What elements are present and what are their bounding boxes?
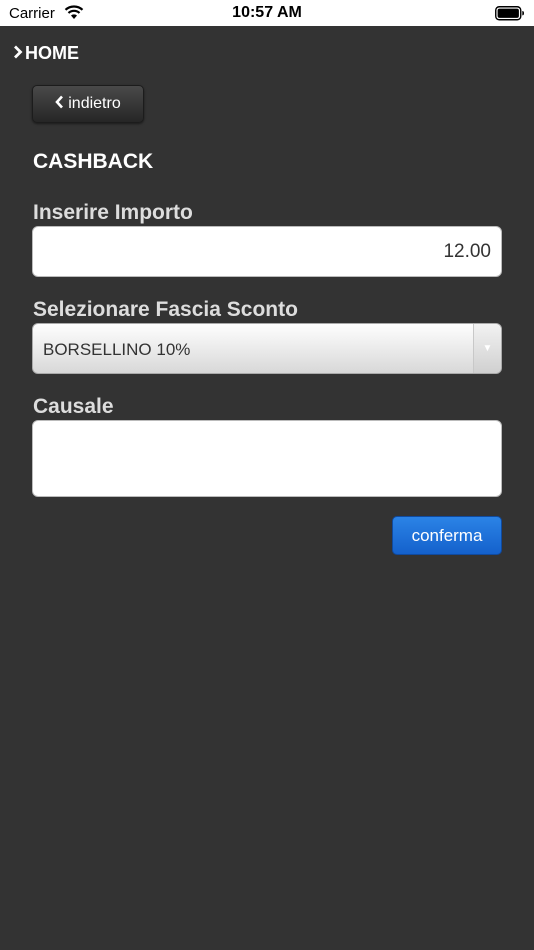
back-button[interactable]: indietro (32, 85, 144, 123)
chevron-down-icon[interactable]: ▼ (473, 324, 501, 373)
discount-label: Selezionare Fascia Sconto (33, 298, 298, 321)
back-button-label: indietro (68, 95, 121, 112)
amount-label: Inserire Importo (33, 201, 193, 224)
status-time: 10:57 AM (232, 4, 302, 21)
battery-icon (495, 6, 525, 26)
causale-input[interactable] (32, 420, 502, 497)
chevron-right-icon (13, 43, 23, 64)
confirm-button[interactable]: conferma (392, 516, 502, 555)
discount-select[interactable]: BORSELLINO 10% ▼ (32, 323, 502, 374)
amount-input[interactable]: 12.00 (32, 226, 502, 277)
chevron-left-icon (55, 95, 64, 114)
home-link[interactable]: HOME (13, 43, 79, 64)
home-label: HOME (25, 43, 79, 63)
discount-selected-value: BORSELLINO 10% (43, 340, 191, 359)
causale-label: Causale (33, 395, 114, 418)
page-title: CASHBACK (33, 150, 154, 173)
status-bar: Carrier 10:57 AM (0, 0, 534, 26)
